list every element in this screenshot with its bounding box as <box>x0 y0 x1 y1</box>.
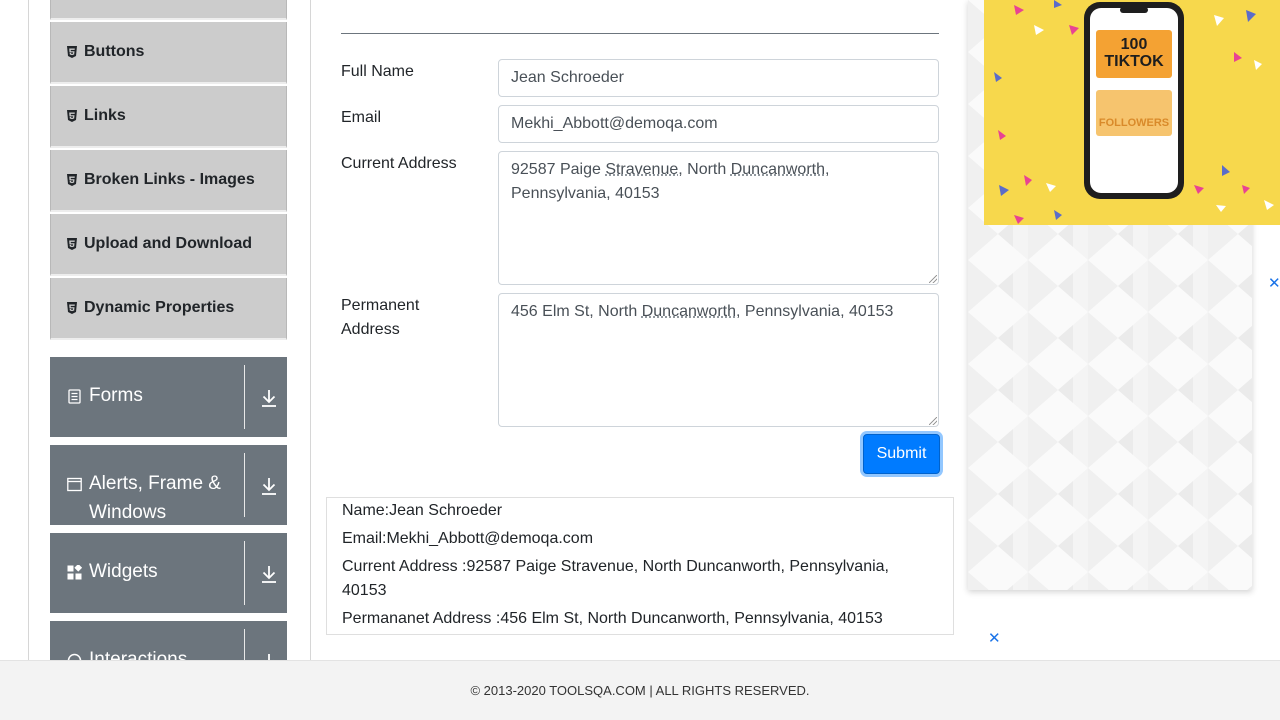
sidebar-item-label: Broken Links - Images <box>84 171 255 188</box>
sidebar-item-links[interactable]: Links <box>50 86 287 148</box>
html5-icon <box>66 46 78 58</box>
download-icon[interactable] <box>260 564 278 584</box>
download-icon[interactable] <box>260 476 278 496</box>
ad-line-3: FOLLOWERS <box>1098 117 1170 129</box>
copyright-text: © 2013-2020 TOOLSQA.COM | ALL RIGHTS RES… <box>470 683 810 698</box>
output-email: Email:Mekhi_Abbott@demoqa.com <box>342 530 594 547</box>
html5-icon <box>66 174 78 186</box>
html5-icon <box>66 302 78 314</box>
address-text: , North <box>678 161 731 178</box>
address-text: 92587 Paige <box>511 161 606 178</box>
full-name-label: Full Name <box>341 63 414 80</box>
divider <box>244 365 245 429</box>
spellcheck-word: Stravenue <box>605 161 679 178</box>
ad-confetti <box>994 0 1274 224</box>
output-current-address: Current Address :92587 Paige Stravenue, … <box>342 558 889 575</box>
group-label: Interactions <box>89 649 188 660</box>
footer: © 2013-2020 TOOLSQA.COM | ALL RIGHTS RES… <box>0 660 1280 720</box>
download-icon[interactable] <box>260 388 278 408</box>
group-label: Alerts, Frame & Windows <box>89 473 221 523</box>
output-name: Name:Jean Schroeder <box>342 502 503 519</box>
address-text: , Pennsylvania, 40153 <box>736 303 894 320</box>
ad-banner[interactable]: 100 TIKTOK FOLLOWERS <box>984 0 1280 225</box>
address-text: Pennsylvania, 40153 <box>511 185 660 202</box>
sidebar-item-label: Dynamic Properties <box>84 299 235 316</box>
sidebar-group-interactions[interactable]: Interactions <box>50 621 287 660</box>
sidebar-left-border <box>28 0 29 660</box>
full-name-input[interactable]: Jean Schroeder <box>498 59 939 97</box>
divider <box>244 629 245 660</box>
resize-handle[interactable] <box>929 275 937 283</box>
sidebar-group-alerts-frame-windows[interactable]: Alerts, Frame & Windows <box>50 445 287 525</box>
resize-handle[interactable] <box>929 417 937 425</box>
spellcheck-word: Duncanworth <box>730 161 825 178</box>
sidebar-group-forms[interactable]: Forms <box>50 357 287 437</box>
window-icon <box>67 477 82 492</box>
output-permanent-address: Permananet Address :456 Elm St, North Du… <box>342 610 883 627</box>
html5-icon <box>66 110 78 122</box>
group-label: Forms <box>89 385 143 406</box>
address-text: 456 Elm St, North <box>511 303 642 320</box>
email-input[interactable]: Mekhi_Abbott@demoqa.com <box>498 105 939 143</box>
submit-button[interactable]: Submit <box>863 434 940 474</box>
sidebar-group-widgets[interactable]: Widgets <box>50 533 287 613</box>
email-label: Email <box>341 109 382 126</box>
sidebar-item-dynamic-properties[interactable]: Dynamic Properties <box>50 278 287 340</box>
ad-promo-text: 100 TIKTOK <box>1096 36 1172 70</box>
ad-close-icon[interactable]: ✕ <box>1268 274 1280 292</box>
current-address-label: Current Address <box>341 155 457 172</box>
ad-close-icon[interactable]: ✕ <box>988 629 1001 647</box>
divider <box>244 453 245 517</box>
sidebar-item-label: Upload and Download <box>84 235 252 252</box>
permanent-address-label: Permanent Address <box>341 294 419 342</box>
ad-line-2: TIKTOK <box>1104 53 1164 70</box>
current-address-textarea[interactable]: 92587 Paige Stravenue, North Duncanworth… <box>498 151 939 285</box>
sidebar-right-border <box>310 0 311 660</box>
interactions-icon <box>67 653 82 660</box>
ad-line-1: 100 <box>1120 36 1148 53</box>
widgets-icon <box>67 563 83 580</box>
address-text: , <box>825 161 830 178</box>
group-label: Widgets <box>89 561 158 582</box>
sidebar-item-label: Links <box>84 107 126 124</box>
output-panel: Name:Jean Schroeder Email:Mekhi_Abbott@d… <box>326 497 954 635</box>
form-icon <box>67 389 82 404</box>
label-line: Permanent <box>341 297 420 314</box>
divider <box>244 541 245 605</box>
sidebar-item-broken-links[interactable]: Broken Links - Images <box>50 150 287 212</box>
label-line: Address <box>341 321 400 338</box>
spellcheck-word: Duncanworth <box>641 303 736 320</box>
output-current-address-cont: 40153 <box>342 582 387 599</box>
sidebar-item-upload-download[interactable]: Upload and Download <box>50 214 287 276</box>
sidebar-item-buttons[interactable]: Buttons <box>50 22 287 84</box>
header-divider <box>341 33 939 34</box>
html5-icon <box>66 238 78 250</box>
download-icon[interactable] <box>260 652 278 660</box>
sidebar-item-previous[interactable] <box>50 0 287 20</box>
permanent-address-textarea[interactable]: 456 Elm St, North Duncanworth, Pennsylva… <box>498 293 939 427</box>
sidebar-item-label: Buttons <box>84 43 145 60</box>
